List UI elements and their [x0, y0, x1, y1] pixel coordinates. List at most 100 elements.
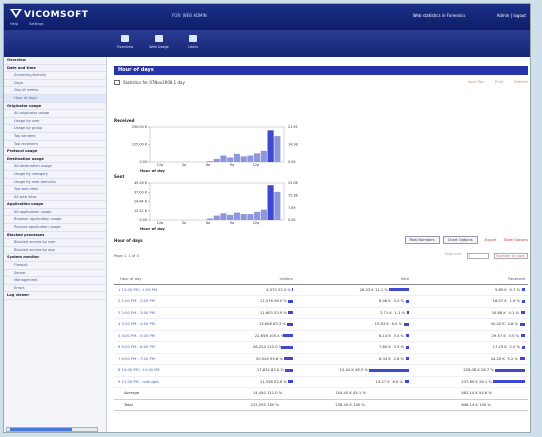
tab-chart-options[interactable]: Chart Options	[442, 236, 478, 244]
received-right-tick-label: 21.92	[288, 125, 298, 129]
table-row[interactable]: 4 3:00 PM - 4:00 PM 13,606 63.3 % 15.63 K …	[114, 318, 528, 331]
sidebar-item-top-senders[interactable]: Top senders	[4, 133, 106, 141]
sidebar-item-process-application-usage[interactable]: Process application usage	[4, 224, 106, 232]
sidebar-item-application-usage[interactable]: Application usage	[4, 201, 106, 209]
sidebar-item-server[interactable]: Server	[4, 270, 106, 278]
sidebar-item-all-originator-usage[interactable]: All originator usage	[4, 110, 106, 118]
sidebar-item-blocked-access-by-user[interactable]: Blocked access by user	[4, 239, 106, 247]
sidebar-item-browser-application-usage[interactable]: Browser application usage	[4, 216, 106, 225]
sidebar-item-blocked-access-by-app[interactable]: Blocked access by app	[4, 247, 106, 255]
table-row[interactable]: 6 5:00 PM - 6:00 PM 26,224 122.0 % 7.80 K …	[114, 341, 528, 354]
sidebar-item-usage-by-user[interactable]: Usage by user	[4, 118, 106, 126]
sidebar-item-usage-by-web-domains[interactable]: Usage by web domains	[4, 179, 106, 187]
sidebar-item-usage-by-category[interactable]: Usage by category	[4, 171, 106, 179]
sidebar-item-firewall[interactable]: Firewall	[4, 262, 106, 270]
sidebar-item-date-and-time[interactable]: Date and time	[4, 65, 106, 73]
cell-hour[interactable]: 4 3:00 PM - 4:00 PM	[114, 318, 204, 331]
table-row[interactable]: 3 2:00 PM - 3:00 PM 11,603 53.9 % 2.71 K 1…	[114, 307, 528, 319]
average-cell-label: Average	[114, 387, 204, 400]
sidebar-item-all-destination-usage[interactable]: All destination usage	[4, 163, 106, 171]
sidebar-item-all-web-sites[interactable]: All web sites	[4, 194, 106, 202]
table-row[interactable]: 8 10:00 PM - 11:00 PM 17,832 83.0 % 15.44 …	[114, 364, 528, 377]
sidebar-item-system-monitor[interactable]: System monitor	[4, 254, 106, 263]
toolbar-overview-label: Overview	[116, 45, 134, 49]
rows-per-page-select[interactable]: Number of rows	[494, 253, 528, 259]
cell-sent: 2.71 K 1.1 %	[296, 307, 412, 319]
top-link-account[interactable]: Admin | logout	[497, 13, 526, 18]
table-row[interactable]: 2 1:00 PM - 2:00 PM 11,576 56.0 % 8.08 K 3…	[114, 295, 528, 308]
sidebar-item-hour-of-days[interactable]: Hour of days	[4, 94, 106, 103]
table-row[interactable]: 7 6:00 PM - 7:00 PM 20,545 95.6 % 6.34 K 2…	[114, 353, 528, 365]
sidebar-item-protocol-usage[interactable]: Protocol usage	[4, 148, 106, 156]
cell-hour[interactable]: 2 1:00 PM - 2:00 PM	[114, 295, 204, 308]
visitors-bar	[283, 334, 293, 338]
sidebar-item-errors[interactable]: Errors	[4, 285, 106, 293]
save-report-link[interactable]: Save Rpt	[468, 80, 484, 84]
row-sent-value: 8.08 K	[379, 299, 391, 304]
row-sent-value: 15.63 K	[374, 322, 389, 327]
sidebar-item-all-application-usage[interactable]: All application usage	[4, 209, 106, 217]
col-received[interactable]: Received	[412, 274, 528, 285]
row-received-pct: 4.1 %	[508, 310, 519, 315]
cell-hour[interactable]: 8 10:00 PM - 11:00 PM	[114, 364, 204, 377]
main-content: Hour of days Statistics for 07Nov2008 1 …	[114, 66, 528, 432]
col-visitors[interactable]: Visitors	[204, 274, 296, 285]
export-link[interactable]: Export	[485, 238, 497, 242]
table-options-link[interactable]: Table Options	[504, 238, 528, 242]
toolbar-users-button[interactable]: Users	[180, 35, 206, 49]
sidebar-item-originator-usage[interactable]: Originator usage	[4, 103, 106, 111]
col-hour-of-day[interactable]: Hour of day	[114, 274, 204, 285]
average-sent-pct: 44.1 %	[353, 391, 366, 396]
cell-hour[interactable]: 1 12:00 PM - 1:00 PM	[114, 284, 204, 296]
scrollbar-thumb[interactable]	[10, 428, 72, 431]
sidebar-item-blocked-processes[interactable]: Blocked processes	[4, 232, 106, 240]
row-visitors-value: 11,576	[259, 299, 273, 304]
sidebar-item-top-web-sites[interactable]: Top web sites	[4, 186, 106, 194]
sidebar-item-day-of-weeks[interactable]: Day of weeks	[4, 87, 106, 95]
sidebar-item-log-viewer[interactable]: Log viewer	[4, 292, 106, 300]
cell-hour[interactable]: 5 4:00 PM - 5:00 PM	[114, 330, 204, 342]
sidebar-item-management[interactable]: Management	[4, 277, 106, 285]
cell-visitors: 11,603 53.9 %	[204, 307, 296, 319]
table-row[interactable]: 5 4:00 PM - 5:00 PM 22,658 105.4 % 8.14 K …	[114, 330, 528, 342]
table-row[interactable]: 1 12:00 PM - 1:00 PM 4,570 22.5 % 26.53 K …	[114, 284, 528, 296]
sidebar-item-overview[interactable]: Overview	[4, 57, 106, 65]
row-hour-label: 1 12:00 PM - 1:00 PM	[118, 287, 158, 292]
cell-hour[interactable]: 3 2:00 PM - 3:00 PM	[114, 307, 204, 319]
cell-sent: 8.08 K 3.4 %	[296, 295, 412, 308]
received-bar	[522, 288, 525, 292]
table-row[interactable]: 9 11:00 PM - midnight 11,358 52.8 % 14.27 …	[114, 376, 528, 388]
received-y-tick-label: 125.00 K	[132, 143, 148, 147]
row-hour-label: 6 5:00 PM - 6:00 PM	[118, 345, 155, 350]
col-sent[interactable]: Sent	[296, 274, 412, 285]
tab-raw-numbers[interactable]: Raw Numbers	[404, 236, 440, 244]
toolbar-web-usage-button[interactable]: Web Usage	[146, 35, 172, 49]
row-visitors-pct: 56.0 %	[274, 299, 287, 304]
settings-link[interactable]: Settings	[29, 22, 43, 26]
sidebar-item-summary-activity[interactable]: Summary/Activity	[4, 72, 106, 80]
top-header: VICOMSOFT FOR: WEB ADMIN Web statistics …	[4, 4, 530, 30]
sidebar-item-top-receivers[interactable]: Top receivers	[4, 141, 106, 149]
sidebar-item-usage-by-group[interactable]: Usage by group	[4, 125, 106, 133]
cell-hour[interactable]: 9 11:00 PM - midnight	[114, 376, 204, 388]
help-link[interactable]: Help	[10, 22, 18, 26]
sidebar-scrollbar[interactable]	[6, 427, 98, 432]
cell-sent: 26.53 K 11.1 %	[296, 284, 412, 296]
sent-bar-peak	[267, 185, 274, 220]
received-bar	[206, 161, 214, 162]
row-visitors-pct: 95.6 %	[270, 356, 283, 361]
sidebar-item-days[interactable]: Days	[4, 80, 106, 88]
row-visitors-pct: 105.4 %	[269, 333, 285, 338]
users-icon	[189, 35, 197, 42]
cell-hour[interactable]: 6 5:00 PM - 6:00 PM	[114, 341, 204, 354]
print-link[interactable]: Print	[495, 80, 503, 84]
calendar-icon[interactable]	[114, 80, 120, 85]
cell-hour[interactable]: 7 6:00 PM - 7:00 PM	[114, 353, 204, 365]
top-link-stats[interactable]: Web statistics in Forensics	[413, 13, 466, 18]
toolbar-overview-button[interactable]: Overview	[112, 35, 138, 49]
page-number-input[interactable]: 1	[466, 253, 489, 259]
sidebar-item-destination-usage[interactable]: Destination usage	[4, 156, 106, 164]
average-cell-sent: 104.40 K 44.1 %	[296, 387, 412, 400]
brand-logo[interactable]: VICOMSOFT	[10, 9, 88, 20]
refresh-link[interactable]: Refresh	[514, 80, 528, 84]
